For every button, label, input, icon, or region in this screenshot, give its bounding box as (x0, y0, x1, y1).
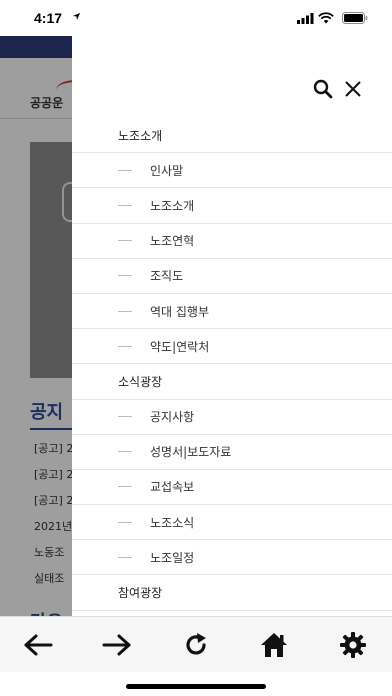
menu-item-union-news[interactable]: 노조소식 (72, 505, 392, 541)
menu-section-participation[interactable]: 참여광장 (72, 575, 392, 611)
reload-button[interactable] (180, 629, 212, 661)
menu-section-label: 참여광장 (118, 586, 163, 601)
side-drawer: 노조소개 인사말 노조소개 노조연혁 조직도 역대 집행부 약도|연락처 소식광… (72, 36, 392, 616)
menu-section-news[interactable]: 소식광장 (72, 364, 392, 400)
menu-item-label: 조직도 (150, 269, 184, 284)
status-bar: 4:17 (0, 0, 392, 36)
menu-item-org-chart[interactable]: 조직도 (72, 259, 392, 294)
menu-dash (118, 521, 132, 523)
search-button[interactable] (312, 78, 334, 100)
status-time: 4:17 (34, 10, 63, 26)
menu-dash (118, 240, 132, 242)
menu-item-label: 성명서|보도자료 (150, 445, 232, 460)
menu-dash (118, 556, 132, 558)
drawer-menu: 노조소개 인사말 노조소개 노조연혁 조직도 역대 집행부 약도|연락처 소식광… (72, 118, 392, 611)
forward-button[interactable] (101, 629, 133, 661)
menu-item-label: 인사말 (150, 163, 184, 178)
menu-item-label: 노조일정 (150, 550, 195, 565)
menu-dash (118, 204, 132, 206)
location-arrow-icon (72, 12, 81, 21)
search-icon (313, 79, 333, 99)
menu-item-label: 노조소식 (150, 515, 195, 530)
settings-button[interactable] (337, 629, 369, 661)
menu-item-union-schedule[interactable]: 노조일정 (72, 540, 392, 576)
back-arrow-icon (24, 634, 53, 656)
menu-item-map-contact[interactable]: 약도|연락처 (72, 329, 392, 365)
menu-item-past-executives[interactable]: 역대 집행부 (72, 294, 392, 330)
menu-item-history[interactable]: 노조연혁 (72, 224, 392, 259)
home-indicator[interactable] (126, 684, 266, 689)
menu-dash (118, 275, 132, 277)
browser-toolbar (0, 616, 392, 672)
menu-section-label: 소식광장 (118, 374, 163, 389)
cellular-signal-icon (297, 13, 314, 24)
settings-gear-icon (340, 632, 366, 658)
menu-item-label: 역대 집행부 (150, 304, 210, 319)
close-button[interactable] (342, 78, 364, 100)
menu-item-label: 약도|연락처 (150, 339, 210, 354)
menu-item-negotiation-news[interactable]: 교섭속보 (72, 470, 392, 506)
menu-dash (118, 486, 132, 488)
menu-dash (118, 310, 132, 312)
menu-dash (118, 169, 132, 171)
menu-item-label: 공지사항 (150, 410, 195, 425)
home-button[interactable] (258, 629, 290, 661)
menu-dash (118, 451, 132, 453)
menu-dash (118, 345, 132, 347)
menu-item-label: 노조연혁 (150, 234, 195, 249)
reload-icon (186, 633, 206, 655)
menu-item-greeting[interactable]: 인사말 (72, 153, 392, 189)
menu-item-label: 교섭속보 (150, 480, 195, 495)
home-icon (261, 633, 287, 657)
battery-icon (342, 12, 368, 24)
menu-dash (118, 416, 132, 418)
wifi-icon (318, 12, 334, 24)
forward-arrow-icon (102, 634, 131, 656)
close-icon (345, 81, 361, 97)
menu-section-about[interactable]: 노조소개 (72, 118, 392, 154)
menu-section-label: 노조소개 (118, 128, 163, 143)
back-button[interactable] (22, 629, 54, 661)
menu-item-union-intro[interactable]: 노조소개 (72, 188, 392, 224)
menu-item-statements-press[interactable]: 성명서|보도자료 (72, 435, 392, 470)
menu-item-notices[interactable]: 공지사항 (72, 400, 392, 435)
menu-item-label: 노조소개 (150, 198, 195, 213)
